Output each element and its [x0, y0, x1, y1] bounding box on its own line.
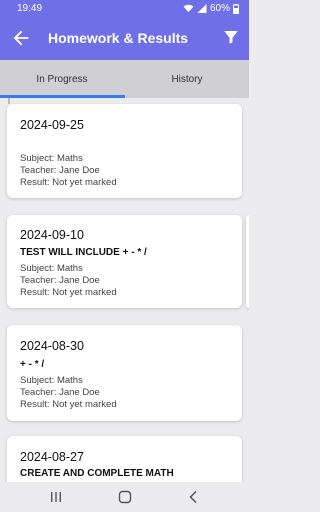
page-title: Homework & Results — [48, 30, 189, 46]
card-result: Result: Not yet marked — [20, 287, 117, 298]
homework-card[interactable]: 2024-08-27 CREATE AND COMPLETE MATH — [7, 436, 242, 482]
homework-card[interactable]: 2024-09-10 TEST WILL INCLUDE + - * / Sub… — [7, 215, 242, 308]
nav-recents-button[interactable] — [48, 489, 64, 505]
battery-percent: 60% — [209, 3, 230, 14]
card-date: 2024-08-27 — [20, 450, 84, 464]
status-icons: 60% — [183, 3, 239, 14]
nav-back-icon — [189, 490, 197, 504]
nav-back-button[interactable] — [186, 489, 202, 505]
homework-card[interactable]: 2024-09-25 Subject: Maths Teacher: Jane … — [7, 104, 242, 198]
tab-history[interactable]: History — [125, 60, 249, 98]
card-subject: Subject: Maths — [20, 263, 83, 274]
arrow-left-icon — [13, 30, 29, 46]
filter-icon — [224, 31, 238, 44]
battery-icon — [233, 3, 239, 14]
adjacent-card-edge — [246, 215, 249, 308]
card-date: 2024-09-25 — [20, 118, 84, 132]
card-teacher: Teacher: Jane Doe — [20, 387, 100, 398]
card-title: CREATE AND COMPLETE MATH — [20, 468, 174, 479]
card-date: 2024-09-10 — [20, 228, 84, 242]
signal-icon — [197, 4, 207, 13]
tab-in-progress[interactable]: In Progress — [0, 60, 124, 98]
card-teacher: Teacher: Jane Doe — [20, 275, 100, 286]
homework-list: 2024-09-25 Subject: Maths Teacher: Jane … — [0, 98, 249, 482]
nav-home-button[interactable] — [117, 489, 133, 505]
scroll-indicator — [8, 98, 10, 104]
card-teacher: Teacher: Jane Doe — [20, 165, 100, 176]
back-button[interactable] — [10, 27, 32, 49]
filter-button[interactable] — [222, 28, 240, 46]
card-title: TEST WILL INCLUDE + - * / — [20, 247, 147, 258]
homework-card[interactable]: 2024-08-30 + - * / Subject: Maths Teache… — [7, 325, 242, 421]
card-subject: Subject: Maths — [20, 153, 83, 164]
card-result: Result: Not yet marked — [20, 399, 117, 410]
home-icon — [118, 490, 132, 504]
card-result: Result: Not yet marked — [20, 177, 117, 188]
recents-icon — [51, 492, 61, 502]
card-subject: Subject: Maths — [20, 375, 83, 386]
app-bar: Homework & Results — [0, 18, 249, 60]
tab-bar: In Progress History — [0, 60, 249, 98]
status-time: 19:49 — [17, 3, 43, 14]
card-date: 2024-08-30 — [20, 339, 84, 353]
status-bar: 19:49 60% — [0, 0, 249, 18]
wifi-icon — [183, 4, 194, 13]
system-nav-bar — [0, 482, 249, 512]
card-title: + - * / — [20, 359, 45, 370]
